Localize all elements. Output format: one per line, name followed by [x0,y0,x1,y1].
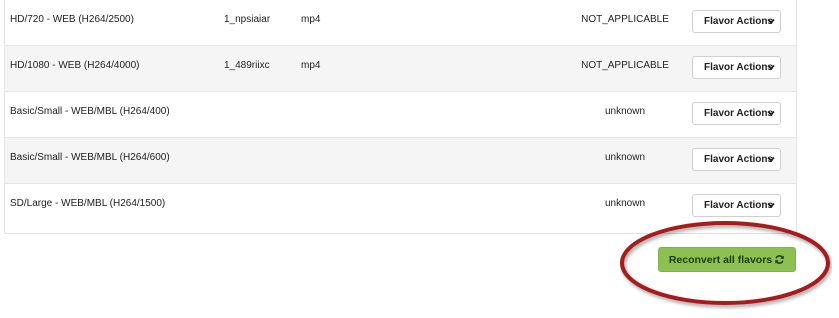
flavor-actions-label: Flavor Actions [704,200,774,211]
flavor-actions-dropdown[interactable]: Flavor Actions [692,148,781,171]
chevron-down-icon [767,110,775,116]
flavor-name: HD/1080 - WEB (H264/4000) [10,60,140,71]
flavor-actions-dropdown[interactable]: Flavor Actions [692,194,781,217]
table-row: Basic/Small - WEB/MBL (H264/400) unknown… [5,92,796,138]
table-row: Basic/Small - WEB/MBL (H264/600) unknown… [5,138,796,184]
flavor-actions-dropdown[interactable]: Flavor Actions [692,10,781,33]
flavor-status: unknown [604,198,646,209]
flavor-actions-label: Flavor Actions [704,16,774,27]
flavor-actions-label: Flavor Actions [704,62,774,73]
flavor-actions-label: Flavor Actions [704,108,774,119]
flavor-name: SD/Large - WEB/MBL (H264/1500) [10,198,166,209]
chevron-down-icon [767,18,775,24]
flavor-status: NOT_APPLICABLE [581,60,669,71]
reconvert-label: Reconvert all flavors [668,253,773,266]
table-row: HD/1080 - WEB (H264/4000) 1_489riixc mp4… [5,46,796,92]
refresh-icon [775,255,784,264]
chevron-down-icon [767,64,775,70]
flavor-actions-dropdown[interactable]: Flavor Actions [692,56,781,79]
flavor-actions-label: Flavor Actions [704,154,774,165]
reconvert-all-flavors-button[interactable]: Reconvert all flavors [658,247,796,272]
table-row: HD/720 - WEB (H264/2500) 1_npsiaiar mp4 … [5,0,796,46]
table-row: SD/Large - WEB/MBL (H264/1500) unknown F… [5,184,796,230]
flavors-table: HD/720 - WEB (H264/2500) 1_npsiaiar mp4 … [4,0,797,234]
flavor-asset-id: 1_npsiaiar [224,14,271,25]
flavor-asset-id: 1_489riixc [224,60,270,71]
flavor-file-ext: mp4 [301,60,321,71]
flavor-name: HD/720 - WEB (H264/2500) [10,14,134,25]
flavor-name: Basic/Small - WEB/MBL (H264/400) [10,106,170,117]
flavor-status: NOT_APPLICABLE [581,14,669,25]
flavor-actions-dropdown[interactable]: Flavor Actions [692,102,781,125]
flavor-name: Basic/Small - WEB/MBL (H264/600) [10,152,170,163]
chevron-down-icon [767,202,775,208]
chevron-down-icon [767,156,775,162]
flavor-status: unknown [604,106,646,117]
flavor-status: unknown [604,152,646,163]
flavor-file-ext: mp4 [301,14,321,25]
